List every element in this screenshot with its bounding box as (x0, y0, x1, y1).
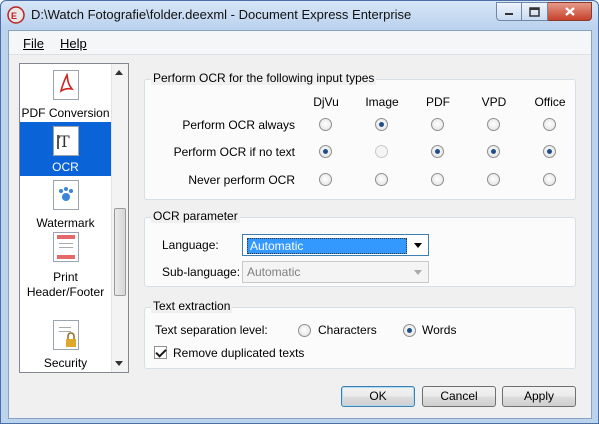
column-header-pdf: PDF (426, 95, 450, 109)
close-icon (564, 7, 575, 16)
security-icon (53, 320, 79, 350)
language-value: Automatic (247, 238, 407, 254)
maximize-button[interactable] (522, 2, 548, 21)
radio-notext-pdf[interactable] (431, 145, 444, 158)
menu-bar: File Help (9, 31, 591, 55)
radio-characters[interactable] (298, 324, 311, 337)
row-label-if-no-text: Perform OCR if no text (173, 145, 295, 159)
menu-file[interactable]: File (23, 36, 44, 51)
minimize-icon (505, 12, 513, 15)
words-label[interactable]: Words (422, 323, 456, 337)
sublanguage-dropdown: Automatic (242, 261, 429, 283)
window-title: D:\Watch Fotografie\folder.deexml - Docu… (31, 7, 412, 22)
radio-never-vpd[interactable] (487, 173, 500, 186)
sidebar-item-label: Print (53, 270, 78, 284)
remove-duplicates-checkbox[interactable] (154, 346, 167, 359)
dialog-body: File Help PDF Conversion T OCR Watermark… (8, 30, 592, 419)
scroll-thumb[interactable] (114, 208, 126, 296)
radio-notext-djvu[interactable] (319, 145, 332, 158)
group-title: Text extraction (151, 299, 233, 313)
scroll-down-icon[interactable] (115, 361, 123, 366)
group-title: Perform OCR for the following input type… (151, 71, 377, 85)
chevron-down-icon (414, 270, 422, 275)
column-header-office: Office (534, 95, 566, 109)
radio-always-image[interactable] (375, 118, 388, 131)
sidebar-item-label: Header/Footer (26, 285, 105, 299)
scroll-up-icon[interactable] (115, 70, 123, 75)
ocr-parameter-group: OCR parameter Language: Automatic Sub-la… (144, 209, 576, 287)
ok-button[interactable]: OK (341, 386, 415, 407)
category-list[interactable]: PDF Conversion T OCR Watermark Print Hea (19, 63, 129, 373)
app-logo-icon: E (7, 6, 25, 24)
characters-label[interactable]: Characters (318, 323, 377, 337)
radio-never-djvu[interactable] (319, 173, 332, 186)
separation-level-label: Text separation level: (155, 323, 268, 337)
apply-button[interactable]: Apply (502, 386, 576, 407)
row-label-always: Perform OCR always (182, 118, 295, 132)
radio-never-office[interactable] (543, 173, 556, 186)
chevron-down-icon (414, 243, 422, 248)
sublanguage-label: Sub-language: (162, 265, 241, 279)
radio-words[interactable] (403, 324, 416, 337)
svg-text:T: T (59, 132, 70, 151)
sidebar-item-label: OCR (52, 160, 79, 174)
radio-never-pdf[interactable] (431, 173, 444, 186)
sidebar-item-security[interactable]: Security (20, 314, 111, 372)
row-label-never: Never perform OCR (188, 173, 295, 187)
maximize-icon (529, 6, 540, 17)
sidebar-item-watermark[interactable]: Watermark (20, 176, 111, 232)
sidebar-item-print-header-footer[interactable]: Print Header/Footer (20, 232, 111, 306)
sidebar-item-ocr[interactable]: T OCR (20, 122, 111, 176)
sidebar-item-label: Security (43, 356, 88, 370)
column-header-vpd: VPD (481, 95, 507, 109)
ocr-icon: T (53, 126, 79, 156)
remove-duplicates-label[interactable]: Remove duplicated texts (173, 346, 304, 360)
column-header-image: Image (365, 95, 399, 109)
radio-notext-vpd[interactable] (487, 145, 500, 158)
column-header-djvu: DjVu (313, 95, 339, 109)
close-button[interactable] (548, 2, 592, 21)
pdf-icon (53, 70, 79, 100)
radio-never-image[interactable] (375, 173, 388, 186)
menu-help[interactable]: Help (60, 36, 87, 51)
menu-help-label: Help (60, 36, 87, 51)
header-footer-icon (53, 232, 79, 262)
radio-always-office[interactable] (543, 118, 556, 131)
svg-text:E: E (11, 11, 17, 21)
radio-always-pdf[interactable] (431, 118, 444, 131)
cancel-button[interactable]: Cancel (422, 386, 496, 407)
sidebar-item-pdf-conversion[interactable]: PDF Conversion (20, 66, 111, 122)
title-bar[interactable]: E D:\Watch Fotografie\folder.deexml - Do… (1, 1, 598, 29)
sidebar-item-label: PDF Conversion (21, 106, 110, 120)
group-title: OCR parameter (151, 209, 240, 223)
sidebar-scrollbar[interactable] (111, 64, 128, 372)
language-label: Language: (162, 238, 219, 252)
watermark-icon (53, 180, 79, 210)
minimize-button[interactable] (496, 2, 522, 21)
sublanguage-value: Automatic (247, 265, 301, 279)
app-window: E D:\Watch Fotografie\folder.deexml - Do… (0, 0, 599, 424)
ocr-input-types-group: Perform OCR for the following input type… (144, 71, 576, 200)
text-extraction-group: Text extraction Text separation level: C… (144, 299, 576, 369)
menu-file-label: File (23, 36, 44, 51)
radio-always-vpd[interactable] (487, 118, 500, 131)
language-dropdown[interactable]: Automatic (242, 234, 429, 256)
radio-always-djvu[interactable] (319, 118, 332, 131)
radio-notext-office[interactable] (543, 145, 556, 158)
radio-notext-image (375, 145, 388, 158)
sidebar-item-label: Watermark (36, 216, 95, 230)
